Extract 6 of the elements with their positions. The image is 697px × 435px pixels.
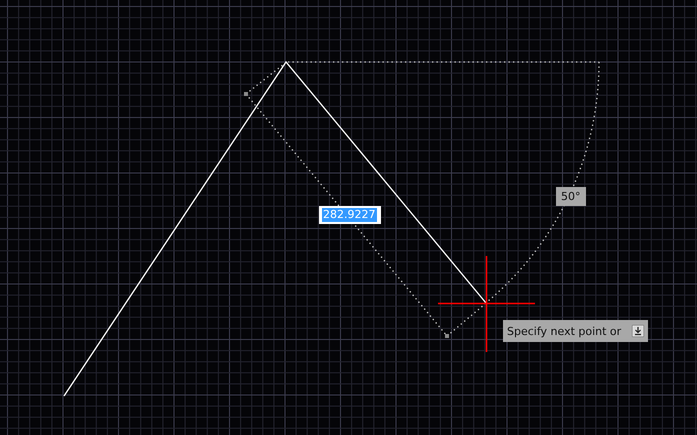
angle-label: 50° <box>556 187 586 206</box>
grip-marker <box>445 334 449 338</box>
tooltip-text: Specify next point or <box>507 324 622 338</box>
dimension-input-field[interactable]: 282.9227 <box>319 206 380 224</box>
grip-marker <box>244 92 248 96</box>
download-icon[interactable] <box>632 325 644 337</box>
